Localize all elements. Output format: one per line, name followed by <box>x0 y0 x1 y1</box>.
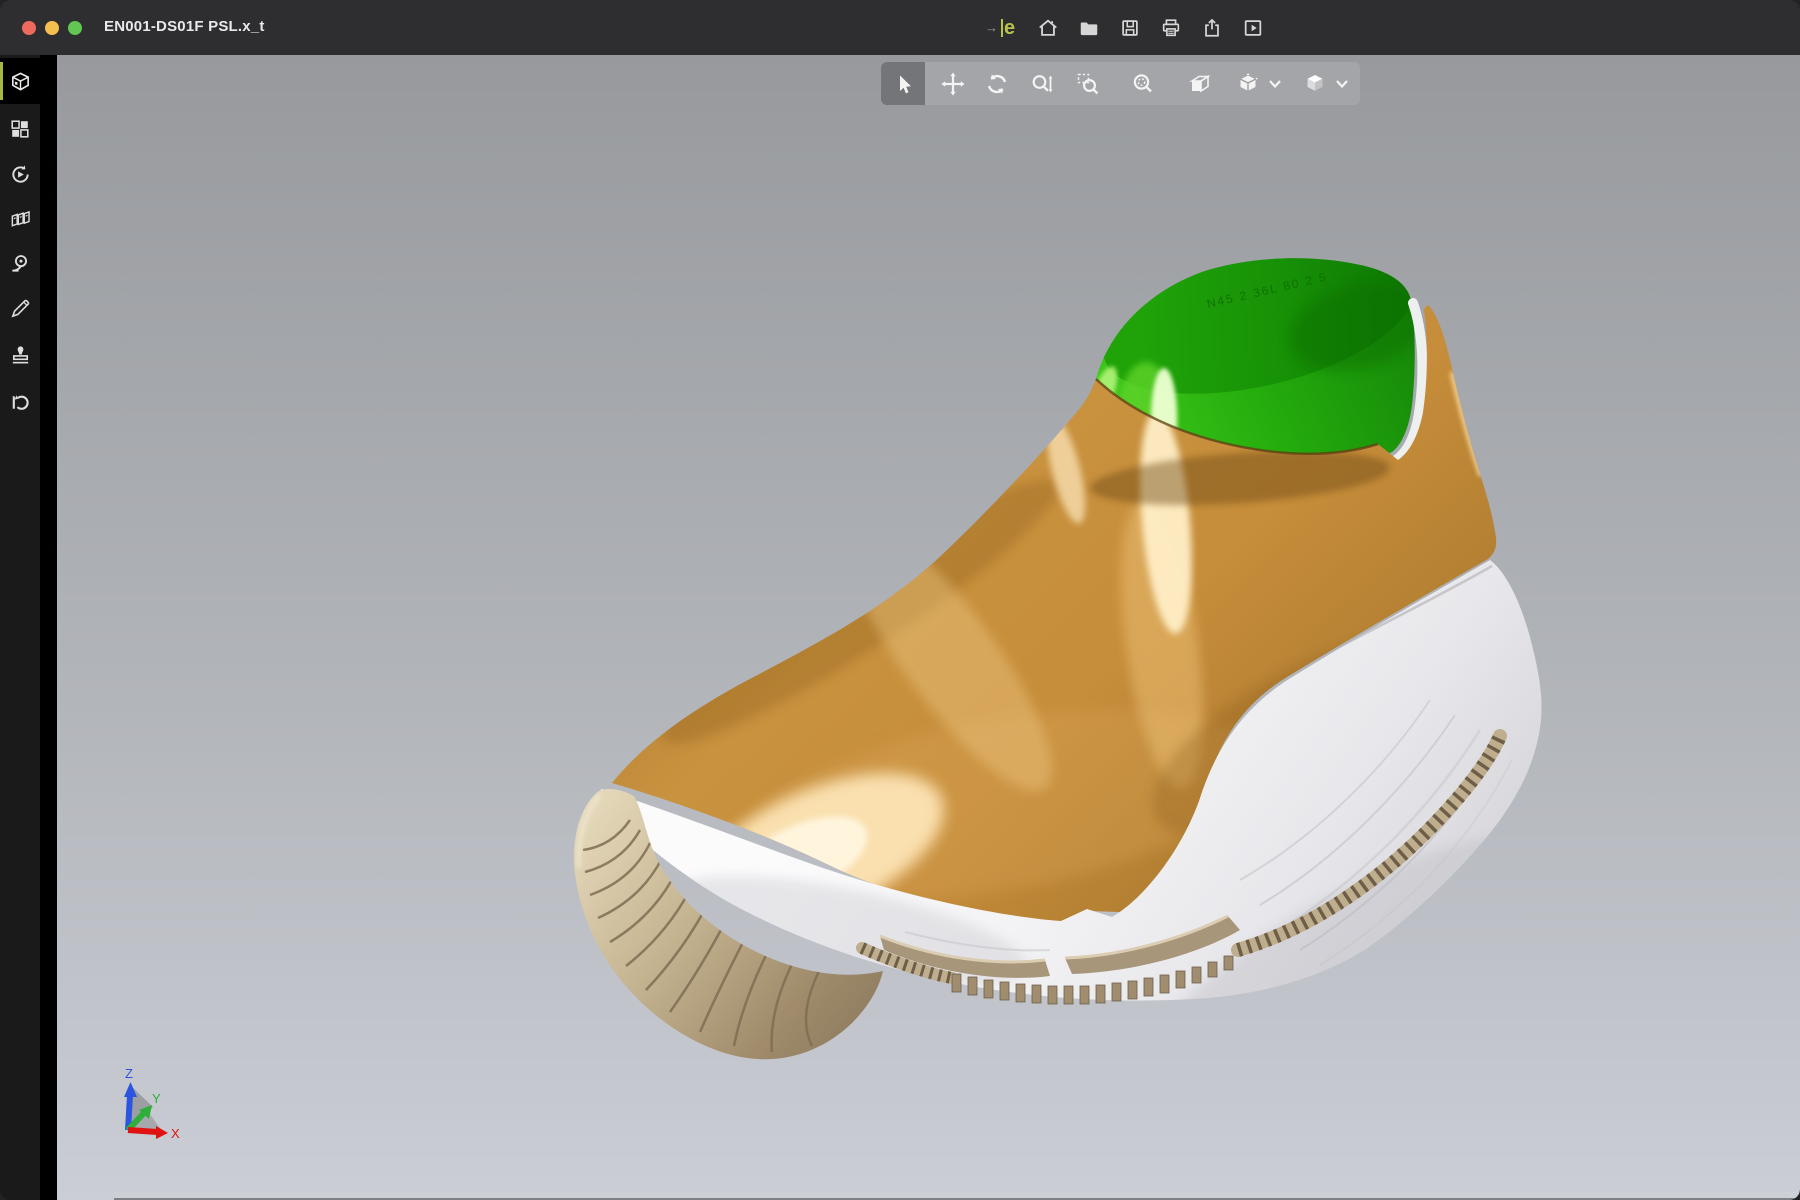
sidebar-item-stamp[interactable] <box>0 331 40 377</box>
zoom-icon <box>1029 71 1055 97</box>
titlebar: EN001-DS01F PSL.x_t → e <box>0 0 1800 56</box>
sidebar-item-sketch[interactable] <box>0 285 40 331</box>
app-logo-icon: → e <box>985 18 1015 38</box>
sidebar-item-update[interactable] <box>0 151 40 197</box>
display-mode-dropdown[interactable] <box>1329 62 1355 105</box>
zoom-tool-button[interactable] <box>1020 62 1064 105</box>
window-title: EN001-DS01F PSL.x_t <box>104 18 265 35</box>
sidebar-divider <box>40 55 57 1200</box>
view-face-icon <box>1187 71 1213 97</box>
share-icon <box>1201 17 1223 39</box>
chevron-down-icon <box>1268 79 1282 89</box>
pan-tool-button[interactable] <box>931 62 975 105</box>
sidebar-item-measure[interactable] <box>0 240 40 286</box>
sidebar-item-library[interactable] <box>0 196 40 242</box>
home-icon <box>1037 17 1059 39</box>
view-face-button[interactable] <box>1178 62 1222 105</box>
titlebar-actions: → e <box>985 0 1265 55</box>
sidebar-item-history[interactable] <box>0 379 40 425</box>
share-button[interactable] <box>1200 16 1224 40</box>
chevron-down-icon <box>1335 79 1349 89</box>
minimize-button[interactable] <box>45 21 59 35</box>
zoom-fit-tool-button[interactable] <box>1121 62 1165 105</box>
save-button[interactable] <box>1118 16 1142 40</box>
view-orientation-dropdown[interactable] <box>1262 62 1288 105</box>
open-folder-icon <box>1078 17 1100 39</box>
sidebar-item-layout[interactable] <box>0 106 40 152</box>
select-tool-button[interactable] <box>881 62 925 105</box>
print-icon <box>1160 17 1182 39</box>
left-toolbar <box>0 55 40 1200</box>
parts-library-icon <box>9 208 32 231</box>
stamp-icon <box>9 343 32 366</box>
show-panel-icon <box>1242 17 1264 39</box>
view-orientation-icon <box>1235 71 1261 97</box>
history-replay-icon <box>9 391 32 414</box>
print-button[interactable] <box>1159 16 1183 40</box>
viewport-toolbar <box>881 62 1360 105</box>
pencil-icon <box>9 297 32 320</box>
zoom-fit-icon <box>1130 71 1156 97</box>
layout-grid-icon <box>9 118 31 140</box>
fullscreen-button[interactable] <box>68 21 82 35</box>
cursor-arrow-glyph: → <box>985 20 998 35</box>
logo-letter: e <box>1004 18 1015 38</box>
open-button[interactable] <box>1077 16 1101 40</box>
pan-icon <box>940 71 966 97</box>
zoom-window-icon <box>1075 71 1101 97</box>
close-button[interactable] <box>22 21 36 35</box>
shaded-cube-icon <box>1302 71 1328 97</box>
caret-glyph <box>1001 19 1003 37</box>
zoom-window-tool-button[interactable] <box>1066 62 1110 105</box>
measure-tape-icon <box>9 252 32 275</box>
rotate-icon <box>984 71 1010 97</box>
sidebar-item-model[interactable] <box>0 58 40 104</box>
show-panel-button[interactable] <box>1241 16 1265 40</box>
model-part-icon <box>9 70 32 93</box>
app-window: EN001-DS01F PSL.x_t → e <box>0 0 1800 1200</box>
cursor-icon <box>891 72 915 96</box>
rotate-tool-button[interactable] <box>975 62 1019 105</box>
viewport-canvas[interactable] <box>57 55 1800 1200</box>
update-sync-icon <box>9 163 32 186</box>
home-button[interactable] <box>1036 16 1060 40</box>
save-icon <box>1119 17 1141 39</box>
